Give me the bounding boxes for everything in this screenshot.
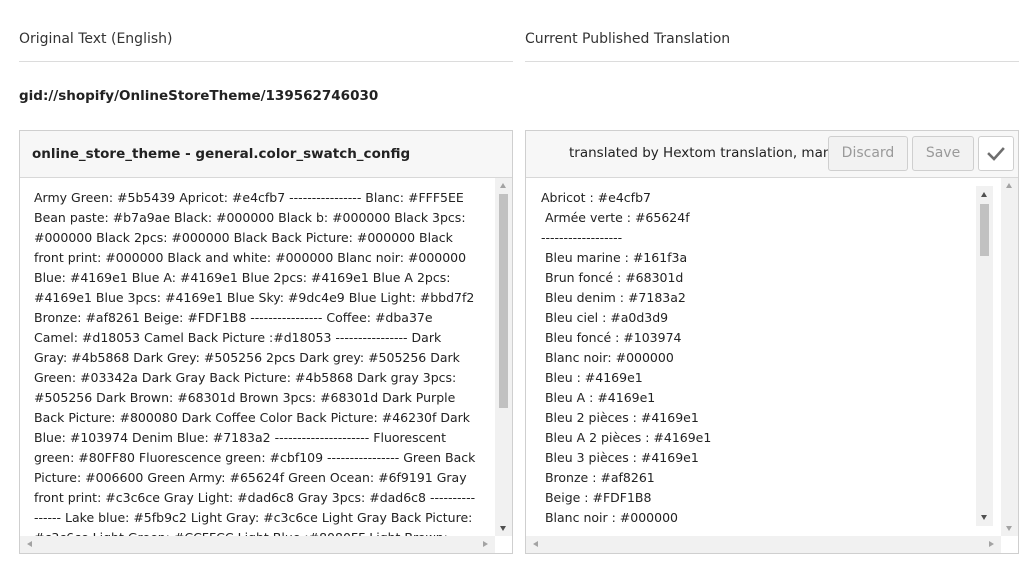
triangle-down-icon[interactable] [500,526,506,531]
translation-panel-header: translated by Hextom translation, manual… [526,131,1018,178]
translation-line: Bleu A : #4169e1 [541,390,656,405]
translation-line: Bleu 2 pièces : #4169e1 [541,410,699,425]
translation-lines: Abricot : #e4cfb7 Armée verte : #65624f -… [541,188,961,528]
save-button[interactable]: Save [912,136,974,171]
translation-line: Abricot : #e4cfb7 [541,190,651,205]
translation-vertical-scrollbar[interactable] [976,186,993,526]
triangle-down-icon[interactable] [1006,526,1012,531]
translation-scroll-thumb[interactable] [980,204,989,256]
translation-line: Bleu ciel : #a0d3d9 [541,310,669,325]
translation-header: Current Published Translation [525,31,731,47]
translation-line: Bronze : #af8261 [541,470,655,485]
original-text-panel: online_store_theme - general.color_swatc… [19,130,513,554]
translation-horizontal-scrollbar[interactable] [526,536,1001,553]
original-text-header: Original Text (English) [19,31,173,47]
translation-header-divider [525,61,1019,62]
translation-text-viewport[interactable]: Abricot : #e4cfb7 Armée verte : #65624f -… [526,178,1018,553]
original-horizontal-scrollbar[interactable] [20,536,495,553]
original-panel-header: online_store_theme - general.color_swatc… [20,131,512,178]
triangle-right-icon[interactable] [483,541,488,547]
original-text-viewport[interactable]: Army Green: #5b5439 Apricot: #e4cfb7 ---… [20,178,512,553]
field-key-title: online_store_theme - general.color_swatc… [32,146,411,162]
resource-gid: gid://shopify/OnlineStoreTheme/139562746… [19,88,379,104]
translation-line: Blanc noir : #000000 [541,510,678,525]
translation-outer-vertical-scrollbar[interactable] [1001,178,1018,536]
original-vertical-scrollbar[interactable] [495,178,512,536]
original-header-divider [19,61,513,62]
original-text-content: Army Green: #5b5439 Apricot: #e4cfb7 ---… [34,190,476,553]
check-icon [987,147,1005,161]
translation-line: ------------------ [541,230,623,245]
triangle-left-icon[interactable] [27,541,32,547]
original-scroll-thumb[interactable] [499,194,508,408]
translation-line: Bleu : #4169e1 [541,370,643,385]
translation-line: Bleu 3 pièces : #4169e1 [541,450,699,465]
triangle-up-icon[interactable] [1006,183,1012,188]
triangle-up-icon[interactable] [981,192,987,197]
translation-line: Bleu denim : #7183a2 [541,290,686,305]
translation-line: Armée verte : #65624f [541,210,690,225]
translation-line: Bleu A 2 pièces : #4169e1 [541,430,712,445]
triangle-down-icon[interactable] [981,515,987,520]
triangle-right-icon[interactable] [989,541,994,547]
translation-line: Beige : #FDF1B8 [541,490,652,505]
translation-line: Blanc noir: #000000 [541,350,674,365]
translation-credit: translated by Hextom translation, manual [569,145,852,161]
triangle-up-icon[interactable] [500,183,506,188]
translation-panel: translated by Hextom translation, manual… [525,130,1019,554]
discard-button[interactable]: Discard [828,136,908,171]
translation-line: Brun foncé : #68301d [541,270,684,285]
translation-line: Bleu foncé : #103974 [541,330,682,345]
triangle-left-icon[interactable] [533,541,538,547]
confirm-button[interactable] [978,136,1014,171]
translation-line: Bleu marine : #161f3a [541,250,688,265]
